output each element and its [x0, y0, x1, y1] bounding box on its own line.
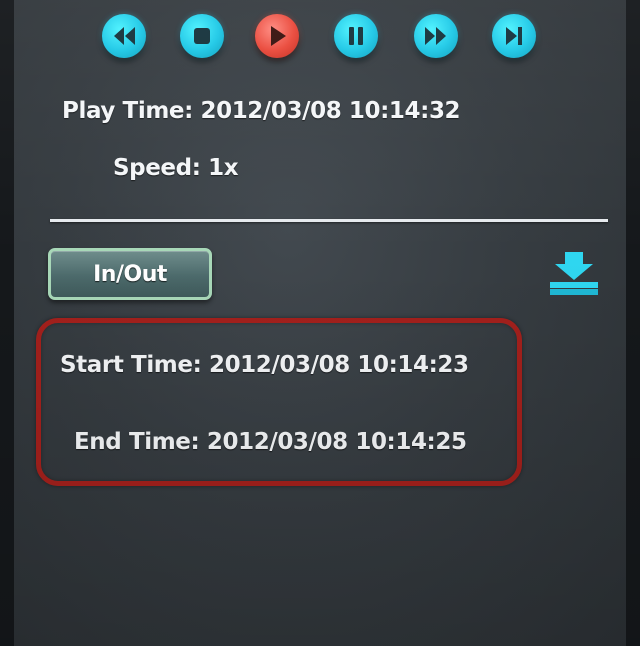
speed-label: Speed: 1x [113, 155, 239, 181]
fast-forward-icon [425, 27, 446, 45]
end-time-label: End Time: 2012/03/08 10:14:25 [74, 429, 467, 455]
download-icon[interactable] [548, 252, 600, 296]
pause-button[interactable] [334, 14, 378, 58]
rewind-button[interactable] [102, 14, 146, 58]
start-time-label: Start Time: 2012/03/08 10:14:23 [60, 352, 469, 378]
section-divider [50, 219, 608, 222]
play-button[interactable] [255, 14, 299, 58]
transport-controls [96, 14, 540, 62]
play-icon [271, 26, 286, 46]
step-forward-icon [506, 27, 522, 45]
pause-icon [349, 27, 363, 45]
fast-forward-button[interactable] [414, 14, 458, 58]
stop-button[interactable] [180, 14, 224, 58]
clip-range-highlight [36, 318, 522, 486]
playback-panel: Play Time: 2012/03/08 10:14:32 Speed: 1x… [0, 0, 640, 646]
stop-icon [194, 28, 210, 44]
rewind-icon [114, 27, 135, 45]
play-time-label: Play Time: 2012/03/08 10:14:32 [62, 98, 461, 124]
in-out-button[interactable]: In/Out [48, 248, 212, 300]
step-forward-button[interactable] [492, 14, 536, 58]
